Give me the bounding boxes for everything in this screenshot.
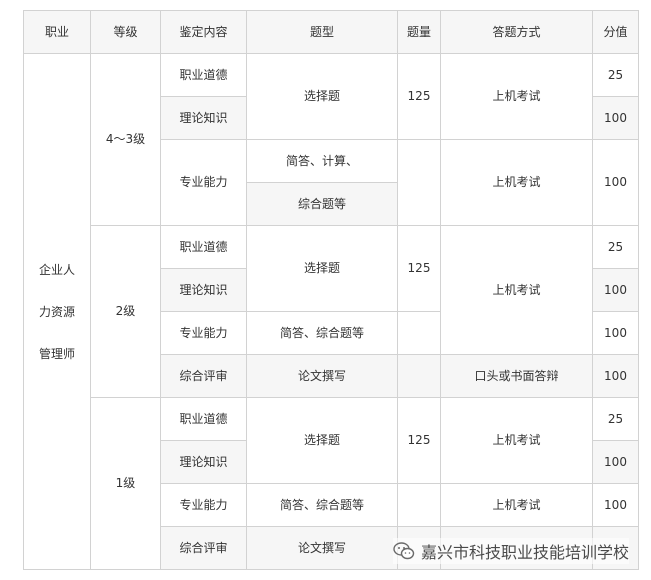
question-type-cell: 简答、综合题等 [246,483,398,527]
header-question-type: 题型 [246,10,398,54]
score-cell: 100 [592,96,639,140]
answer-method-cell: 上机考试 [440,397,593,484]
question-count-cell [397,483,441,527]
score-cell: 100 [592,483,639,527]
question-count-cell: 125 [397,397,441,484]
wechat-icon [393,542,415,560]
content-cell: 综合评审 [160,354,247,398]
level-cell: 2级 [90,225,161,398]
answer-method-cell: 口头或书面答辩 [440,354,593,398]
occupation-line: 管理师 [38,346,75,361]
occupation-line: 企业人 [38,262,75,277]
answer-method-cell: 上机考试 [440,483,593,527]
header-level: 等级 [90,10,161,54]
content-cell: 专业能力 [160,139,247,226]
answer-method-cell: 上机考试 [440,225,593,355]
level-cell: 4～3级 [90,53,161,226]
score-cell: 25 [592,225,639,269]
question-type-cell: 论文撰写 [246,526,398,570]
table-row: 企业人 力资源 管理师 4～3级 职业道德 选择题 125 上机考试 25 [23,53,639,570]
header-row: 职业 等级 鉴定内容 题型 题量 答题方式 分值 [23,10,639,54]
question-count-cell [397,139,441,226]
question-count-cell: 125 [397,225,441,312]
header-score: 分值 [592,10,639,54]
question-type-cell: 简答、综合题等 [246,311,398,355]
question-type-cell: 选择题 [246,53,398,140]
question-type-cell: 简答、计算、 [246,139,398,183]
content-cell: 职业道德 [160,397,247,441]
score-cell: 100 [592,139,639,226]
score-cell: 100 [592,354,639,398]
question-type-cell: 综合题等 [246,182,398,226]
exam-table: 职业 等级 鉴定内容 题型 题量 答题方式 分值 企业人 力资源 管理师 4～3… [23,10,639,570]
score-cell: 100 [592,440,639,484]
content-cell: 职业道德 [160,53,247,97]
content-cell: 专业能力 [160,483,247,527]
answer-method-cell: 上机考试 [440,53,593,140]
answer-method-cell: 上机考试 [440,139,593,226]
question-type-cell: 选择题 [246,225,398,312]
question-type-cell: 论文撰写 [246,354,398,398]
score-cell: 25 [592,53,639,97]
content-cell: 理论知识 [160,440,247,484]
question-count-cell [397,311,441,355]
occupation-cell: 企业人 力资源 管理师 [23,53,91,570]
content-cell: 理论知识 [160,268,247,312]
table-row: 2级 职业道德 选择题 125 上机考试 25 [24,225,639,398]
score-cell: 100 [592,311,639,355]
content-cell: 综合评审 [160,526,247,570]
table-row: 1级 职业道德 选择题 125 上机考试 25 [24,397,639,570]
content-cell: 理论知识 [160,96,247,140]
score-cell: 100 [592,268,639,312]
question-count-cell: 125 [397,53,441,140]
header-occupation: 职业 [23,10,91,54]
header-answer-method: 答题方式 [440,10,593,54]
content-cell: 职业道德 [160,225,247,269]
watermark-text: 嘉兴市科技职业技能培训学校 [421,543,630,562]
header-content: 鉴定内容 [160,10,247,54]
occupation-line: 力资源 [38,304,75,319]
level-cell: 1级 [90,397,161,570]
question-type-cell: 选择题 [246,397,398,484]
content-cell: 专业能力 [160,311,247,355]
question-count-cell [397,354,441,398]
header-question-count: 题量 [397,10,441,54]
watermark: 嘉兴市科技职业技能培训学校 [393,538,630,564]
score-cell: 25 [592,397,639,441]
